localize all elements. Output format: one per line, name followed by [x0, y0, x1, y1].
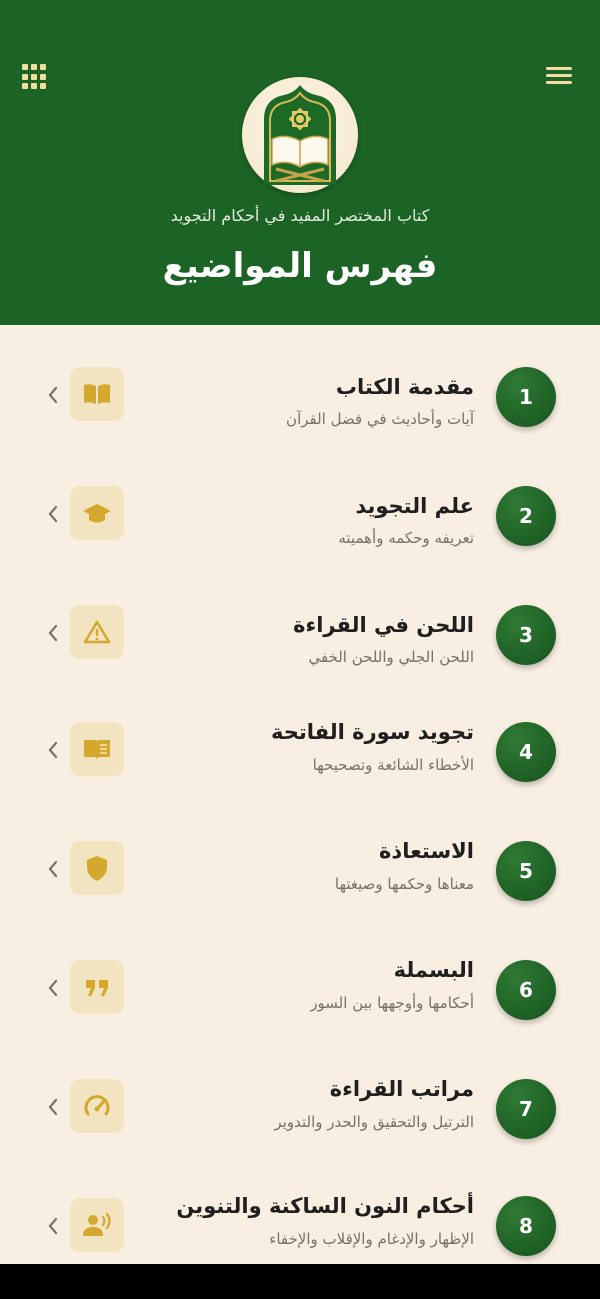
chevron-left-icon [48, 1098, 58, 1116]
warning-icon [70, 605, 124, 659]
topic-number: 2 [496, 486, 556, 546]
topic-number: 7 [496, 1079, 556, 1139]
grid-icon[interactable] [20, 62, 50, 92]
chevron-left-icon [48, 1217, 58, 1235]
book-subtitle: كتاب المختصر المفيد في أحكام التجويد [170, 206, 430, 225]
shield-icon [70, 841, 124, 895]
topic-number: 5 [496, 841, 556, 901]
topic-subtitle: اللحن الجلي واللحن الخفي [308, 648, 474, 666]
topic-number: 1 [496, 367, 556, 427]
page-title: فهرس المواضيع [162, 246, 438, 286]
book-reader-icon [70, 722, 124, 776]
topic-title: تجويد سورة الفاتحة [271, 720, 474, 744]
chevron-left-icon [48, 624, 58, 642]
topic-title: اللحن في القراءة [293, 613, 474, 637]
topic-title: مراتب القراءة [329, 1077, 474, 1101]
topic-number: 3 [496, 605, 556, 665]
quran-book-icon [242, 77, 358, 193]
system-navigation-bar [0, 1264, 600, 1299]
topic-item-6[interactable]: 6 البسملة أحكامها وأوجهها بين السور [0, 930, 600, 1048]
topic-number: 4 [496, 722, 556, 782]
chevron-left-icon [48, 386, 58, 404]
speaking-person-icon [70, 1198, 124, 1252]
topic-item-8[interactable]: 8 أحكام النون الساكنة والتنوين الإظهار و… [0, 1168, 600, 1264]
topic-title: مقدمة الكتاب [335, 375, 474, 399]
topic-item-2[interactable]: 2 علم التجويد تعريفه وحكمه وأهميته [0, 454, 600, 572]
topic-subtitle: الأخطاء الشائعة وتصحيحها [312, 756, 474, 774]
topic-item-5[interactable]: 5 الاستعاذة معناها وحكمها وصيغتها [0, 811, 600, 929]
chevron-left-icon [48, 860, 58, 878]
topic-subtitle: الإظهار والإدغام والإقلاب والإخفاء [269, 1230, 474, 1248]
topic-item-1[interactable]: 1 مقدمة الكتاب آيات وأحاديث في فضل القرآ… [0, 335, 600, 453]
app-screen: كتاب المختصر المفيد في أحكام التجويد فهر… [0, 0, 600, 1264]
topic-subtitle: معناها وحكمها وصيغتها [334, 875, 474, 893]
topic-title: أحكام النون الساكنة والتنوين [176, 1194, 474, 1218]
chevron-left-icon [48, 741, 58, 759]
topic-subtitle: تعريفه وحكمه وأهميته [338, 529, 474, 547]
topic-title: البسملة [393, 958, 474, 982]
topic-item-4[interactable]: 4 تجويد سورة الفاتحة الأخطاء الشائعة وتص… [0, 692, 600, 810]
chevron-left-icon [48, 505, 58, 523]
topic-title: علم التجويد [355, 494, 474, 518]
header: كتاب المختصر المفيد في أحكام التجويد فهر… [0, 0, 600, 325]
topic-title: الاستعاذة [379, 839, 474, 863]
quote-icon [70, 960, 124, 1014]
open-book-icon [70, 367, 124, 421]
speedometer-icon [70, 1079, 124, 1133]
topic-item-3[interactable]: 3 اللحن في القراءة اللحن الجلي واللحن ال… [0, 573, 600, 691]
topic-subtitle: الترتيل والتحقيق والحدر والتدوير [274, 1113, 474, 1131]
topic-item-7[interactable]: 7 مراتب القراءة الترتيل والتحقيق والحدر … [0, 1049, 600, 1167]
chevron-left-icon [48, 979, 58, 997]
topic-number: 6 [496, 960, 556, 1020]
graduation-cap-icon [70, 486, 124, 540]
hamburger-menu-icon[interactable] [542, 64, 576, 88]
topic-number: 8 [496, 1196, 556, 1256]
topic-subtitle: أحكامها وأوجهها بين السور [310, 994, 474, 1012]
topic-subtitle: آيات وأحاديث في فضل القرآن [286, 410, 474, 428]
